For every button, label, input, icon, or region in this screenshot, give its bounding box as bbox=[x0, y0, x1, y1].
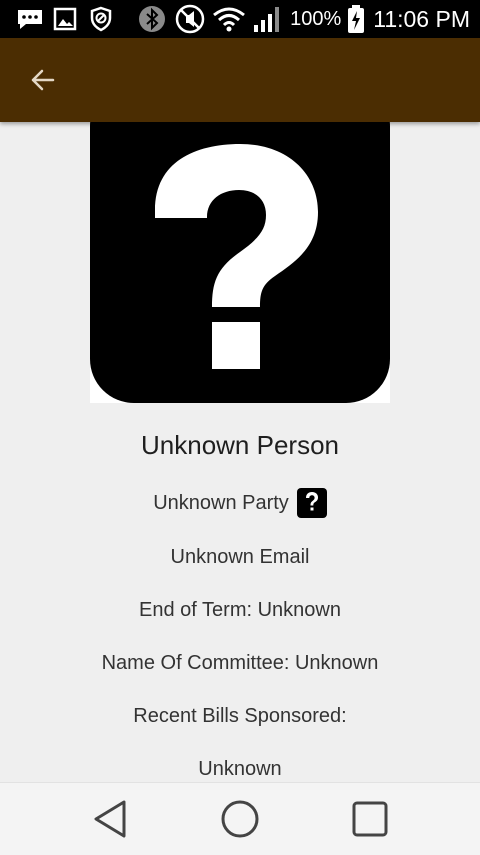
nav-back-button[interactable] bbox=[88, 797, 132, 841]
arrow-back-icon bbox=[31, 69, 55, 91]
signal-icon bbox=[252, 6, 282, 32]
status-right: 100% 11:06 PM bbox=[290, 0, 470, 38]
committee-text: Name Of Committee: Unknown bbox=[101, 652, 379, 674]
clock: 11:06 PM bbox=[373, 5, 470, 32]
back-triangle-icon bbox=[94, 800, 126, 838]
shield-icon bbox=[88, 6, 114, 32]
recent-bills-label: Recent Bills Sponsored: bbox=[133, 705, 347, 727]
battery-charging-icon bbox=[347, 4, 365, 34]
recent-bills-value: Unknown bbox=[198, 758, 282, 780]
bluetooth-icon bbox=[138, 6, 166, 32]
chat-icon bbox=[16, 6, 44, 32]
profile-photo bbox=[90, 122, 390, 403]
profile-content: Unknown Person Unknown Party Unknown Ema… bbox=[0, 122, 480, 782]
party-label: Unknown Party bbox=[153, 491, 289, 514]
recents-square-icon bbox=[352, 801, 388, 837]
status-bar: 100% 11:06 PM bbox=[0, 0, 480, 38]
home-circle-icon bbox=[221, 800, 259, 838]
mute-icon bbox=[174, 4, 206, 34]
end-of-term-text: End of Term: Unknown bbox=[139, 599, 341, 621]
person-name: Unknown Person bbox=[141, 430, 339, 460]
back-button[interactable] bbox=[22, 60, 62, 100]
question-icon bbox=[296, 488, 327, 518]
party-row: Unknown Party bbox=[0, 488, 480, 518]
nav-home-button[interactable] bbox=[218, 797, 262, 841]
nav-recents-button[interactable] bbox=[348, 797, 392, 841]
battery-percent: 100% bbox=[290, 7, 342, 30]
email-text: Unknown Email bbox=[170, 546, 310, 568]
image-icon bbox=[52, 6, 78, 32]
question-mark-image bbox=[90, 122, 390, 403]
app-bar bbox=[0, 38, 480, 122]
navigation-bar bbox=[0, 782, 480, 855]
wifi-icon bbox=[212, 6, 246, 32]
